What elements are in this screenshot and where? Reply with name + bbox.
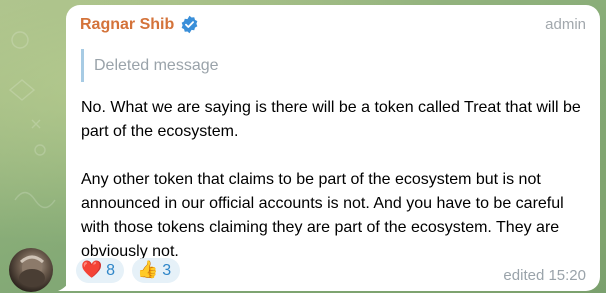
reaction-thumbs-up[interactable]: 👍 3 (132, 258, 181, 283)
message-timestamp: edited 15:20 (503, 267, 586, 284)
message-text: No. What we are saying is there will be … (81, 99, 581, 260)
reaction-heart[interactable]: ❤️ 8 (76, 258, 125, 283)
verified-badge-icon (180, 15, 199, 34)
sender-header: Ragnar Shib (80, 15, 199, 34)
sender-role-label: admin (545, 16, 586, 33)
reactions-bar: ❤️ 8 👍 3 (76, 258, 181, 283)
sender-name[interactable]: Ragnar Shib (80, 16, 174, 34)
message-bubble[interactable]: Ragnar Shib admin Deleted message No. Wh… (66, 5, 600, 291)
reply-preview-text: Deleted message (94, 56, 219, 74)
red-heart-icon: ❤️ (81, 260, 103, 280)
sender-avatar[interactable] (9, 248, 53, 292)
thumbs-up-icon: 👍 (137, 260, 159, 280)
reply-preview[interactable]: Deleted message (81, 49, 241, 82)
reaction-count: 8 (106, 261, 116, 279)
reaction-count: 3 (162, 261, 172, 279)
